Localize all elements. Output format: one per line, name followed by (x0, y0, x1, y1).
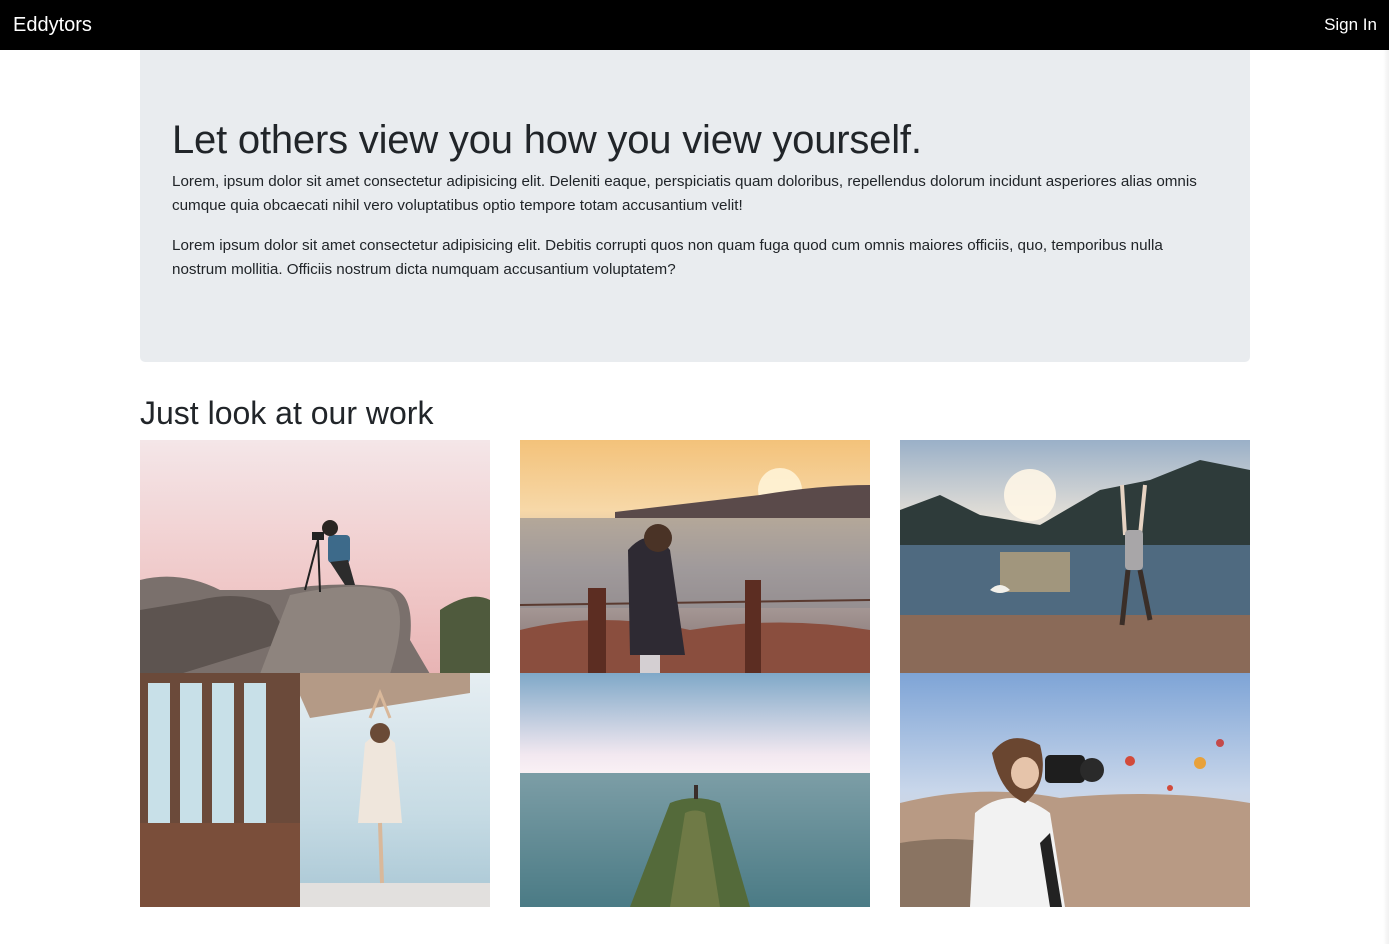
gallery-photo-balloon-photographer[interactable] (900, 673, 1250, 907)
scrollbar-shadow (1383, 50, 1389, 944)
brand-link[interactable]: Eddytors (13, 14, 92, 37)
hero-title: Let others view you how you view yoursel… (172, 118, 922, 162)
gallery-photo-sea-cliff[interactable] (520, 673, 870, 907)
photo-gallery (140, 440, 1250, 907)
sign-in-link[interactable]: Sign In (1324, 15, 1377, 35)
gallery-photo-porch-yoga[interactable] (140, 673, 490, 907)
gallery-photo-sunset-railing[interactable] (520, 440, 870, 674)
work-section-title: Just look at our work (140, 395, 434, 431)
gallery-photo-photographer-on-rock[interactable] (140, 440, 490, 674)
hero-jumbotron: Let others view you how you view yoursel… (140, 50, 1250, 362)
top-navbar: Eddytors Sign In (0, 0, 1389, 50)
hero-paragraph-1: Lorem, ipsum dolor sit amet consectetur … (172, 173, 1197, 214)
gallery-photo-lake-dock-yoga[interactable] (900, 440, 1250, 674)
hero-paragraph-2: Lorem ipsum dolor sit amet consectetur a… (172, 237, 1163, 278)
